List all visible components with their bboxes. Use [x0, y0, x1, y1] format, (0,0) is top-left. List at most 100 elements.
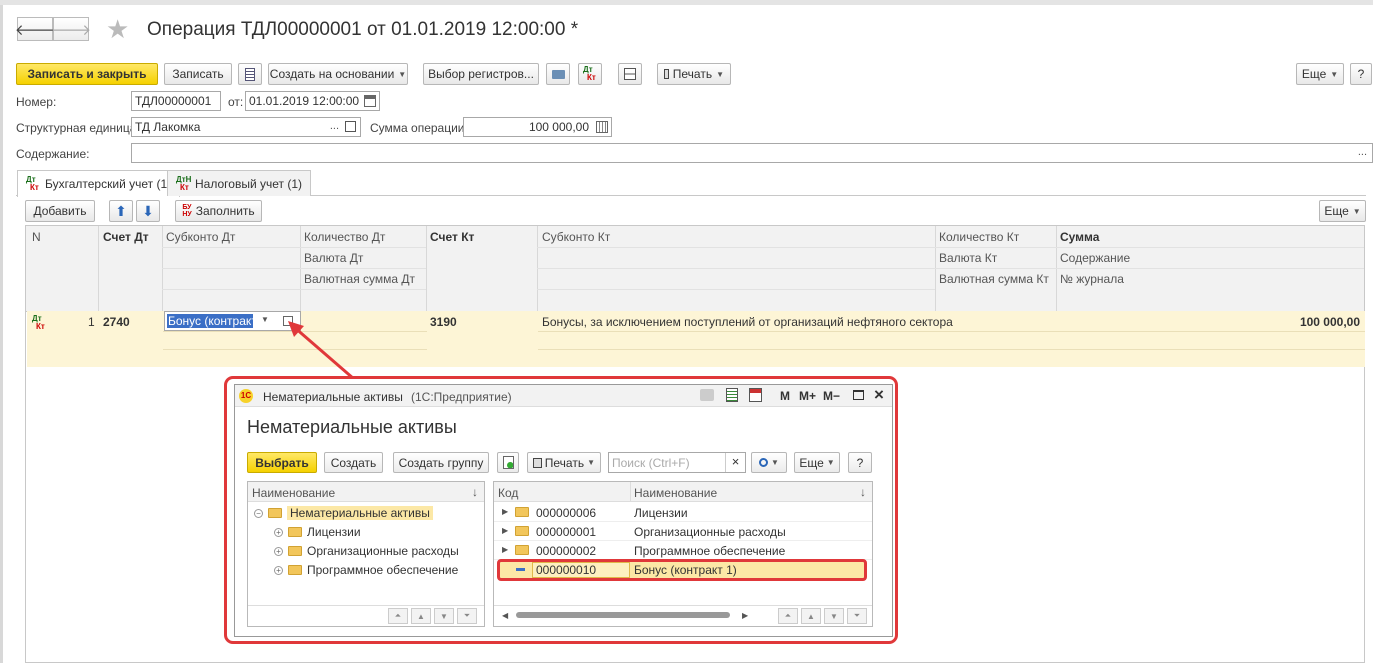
- select-button[interactable]: Выбрать: [247, 452, 317, 473]
- help-button[interactable]: ?: [1350, 63, 1372, 85]
- col-code[interactable]: Код: [498, 486, 518, 500]
- scroll-left-icon[interactable]: ◀: [502, 611, 508, 620]
- list-item[interactable]: ▶ 000000006 Лицензии: [494, 503, 872, 522]
- calculator-icon[interactable]: [596, 121, 608, 133]
- scroll-right-icon[interactable]: ▶: [742, 611, 748, 620]
- popup-print-button[interactable]: Печать ▼: [527, 452, 601, 473]
- back-button[interactable]: 🡐: [15, 17, 55, 41]
- sub-dt-input[interactable]: Бонус (контракт: [167, 314, 253, 328]
- search-input[interactable]: Поиск (Ctrl+F) ×: [608, 452, 746, 473]
- selected-list-item[interactable]: 000000010 Бонус (контракт 1): [497, 559, 867, 581]
- row-acc-dt[interactable]: 2740: [103, 315, 130, 329]
- first-icon[interactable]: ⏶: [778, 608, 798, 624]
- dropdown-caret-icon: ▼: [826, 458, 835, 467]
- expand-icon[interactable]: +: [274, 565, 283, 575]
- calendar-icon[interactable]: [749, 388, 762, 402]
- col-sub-dt[interactable]: Субконто Дт: [166, 230, 235, 244]
- forward-button[interactable]: 🡒: [51, 17, 91, 41]
- expand-arrow-icon[interactable]: ▶: [502, 545, 512, 554]
- maximize-icon[interactable]: [853, 390, 864, 400]
- col-content[interactable]: Содержание: [1060, 251, 1130, 265]
- tree-item[interactable]: + Организационные расходы: [274, 544, 459, 558]
- tree-item[interactable]: + Лицензии: [274, 525, 361, 539]
- move-down-button[interactable]: ⬇: [136, 200, 160, 222]
- create-button[interactable]: Создать: [324, 452, 383, 473]
- col-sum[interactable]: Сумма: [1060, 230, 1099, 244]
- fill-button[interactable]: БУ НУ Заполнить: [175, 200, 262, 222]
- open-icon[interactable]: [345, 121, 356, 132]
- tree-header-label[interactable]: Наименование: [252, 486, 335, 500]
- up-icon[interactable]: ▲: [411, 608, 431, 624]
- close-icon[interactable]: ×: [874, 385, 884, 405]
- calculator-icon[interactable]: [726, 388, 738, 402]
- last-icon[interactable]: ⏷: [457, 608, 477, 624]
- col-qty-kt[interactable]: Количество Кт: [939, 230, 1019, 244]
- expand-arrow-icon[interactable]: ▶: [502, 526, 512, 535]
- edit-button[interactable]: [546, 63, 570, 85]
- popup-help-button[interactable]: ?: [848, 452, 872, 473]
- table-row[interactable]: Дт Кт 1 2740 Бонус (контракт ▼ 3190 Бонус…: [27, 311, 1365, 367]
- col-acc-dt[interactable]: Счет Дт: [103, 230, 149, 244]
- up-icon[interactable]: ▲: [801, 608, 821, 624]
- memory-plus-button[interactable]: M+: [799, 389, 816, 403]
- list-item[interactable]: ▶ 000000002 Программное обеспечение: [494, 541, 872, 560]
- clear-search-icon[interactable]: ×: [725, 453, 745, 472]
- dt-kt-button[interactable]: Дт Кт: [578, 63, 602, 85]
- col-cur-dt[interactable]: Валюта Дт: [304, 251, 363, 265]
- favorite-star-icon[interactable]: ★: [106, 14, 129, 45]
- collapse-icon[interactable]: −: [254, 508, 263, 518]
- horizontal-scrollbar[interactable]: [516, 612, 730, 618]
- save-close-button[interactable]: Записать и закрыть: [16, 63, 158, 85]
- content-field[interactable]: ...: [131, 143, 1373, 163]
- more-button[interactable]: Еще ▼: [1296, 63, 1344, 85]
- col-n[interactable]: N: [32, 230, 41, 244]
- row-sub-kt[interactable]: Бонусы, за исключением поступлений от ор…: [542, 315, 953, 329]
- last-icon[interactable]: ⏷: [847, 608, 867, 624]
- col-cur-kt[interactable]: Валюта Кт: [939, 251, 997, 265]
- row-sum[interactable]: 100 000,00: [1300, 315, 1360, 329]
- search-button[interactable]: ▼: [751, 452, 787, 473]
- popup-more-button[interactable]: Еще ▼: [794, 452, 840, 473]
- sum-field[interactable]: 100 000,00: [463, 117, 612, 137]
- tab-tax[interactable]: ДтН Кт Налоговый учет (1): [167, 170, 311, 196]
- journal-button[interactable]: [238, 63, 262, 85]
- registers-button[interactable]: Выбор регистров...: [423, 63, 539, 85]
- save-button[interactable]: Записать: [164, 63, 232, 85]
- col-sub-kt[interactable]: Субконто Кт: [542, 230, 610, 244]
- print-button[interactable]: Печать ▼: [657, 63, 731, 85]
- expand-icon[interactable]: +: [274, 546, 283, 556]
- create-group-button[interactable]: Создать группу: [393, 452, 489, 473]
- create-based-button[interactable]: Создать на основании ▼: [268, 63, 408, 85]
- structure-button[interactable]: [618, 63, 642, 85]
- number-field[interactable]: ТДЛ00000001: [131, 91, 221, 111]
- add-row-button[interactable]: Добавить: [25, 200, 95, 222]
- copy-button[interactable]: [497, 452, 519, 473]
- tree-root[interactable]: − Нематериальные активы: [254, 506, 433, 520]
- unit-select-button[interactable]: ...: [330, 120, 339, 132]
- dropdown-caret-icon[interactable]: ▼: [261, 315, 269, 324]
- grid-more-button[interactable]: Еще ▼: [1319, 200, 1366, 222]
- expand-icon[interactable]: +: [274, 527, 283, 537]
- down-icon[interactable]: ▼: [824, 608, 844, 624]
- col-acc-kt[interactable]: Счет Кт: [430, 230, 474, 244]
- first-icon[interactable]: ⏶: [388, 608, 408, 624]
- col-cursum-dt[interactable]: Валютная сумма Дт: [304, 272, 415, 286]
- memory-button[interactable]: M: [780, 389, 790, 403]
- col-cursum-kt[interactable]: Валютная сумма Кт: [939, 272, 1049, 286]
- calendar-icon[interactable]: [364, 95, 376, 107]
- tree-item[interactable]: + Программное обеспечение: [274, 563, 458, 577]
- content-select-button[interactable]: ...: [1358, 146, 1367, 158]
- row-acc-kt[interactable]: 3190: [430, 315, 457, 329]
- tab-accounting[interactable]: Дт Кт Бухгалтерский учет (1): [17, 170, 181, 197]
- print-icon[interactable]: [700, 389, 714, 401]
- expand-arrow-icon[interactable]: ▶: [502, 507, 512, 516]
- unit-field[interactable]: ТД Лакомка...: [131, 117, 361, 137]
- down-icon[interactable]: ▼: [434, 608, 454, 624]
- memory-minus-button[interactable]: M−: [823, 389, 840, 403]
- move-up-button[interactable]: ⬆: [109, 200, 133, 222]
- list-item[interactable]: ▶ 000000001 Организационные расходы: [494, 522, 872, 541]
- col-qty-dt[interactable]: Количество Дт: [304, 230, 385, 244]
- col-journal[interactable]: № журнала: [1060, 272, 1124, 286]
- date-field[interactable]: 01.01.2019 12:00:00: [245, 91, 380, 111]
- col-name[interactable]: Наименование: [634, 486, 717, 500]
